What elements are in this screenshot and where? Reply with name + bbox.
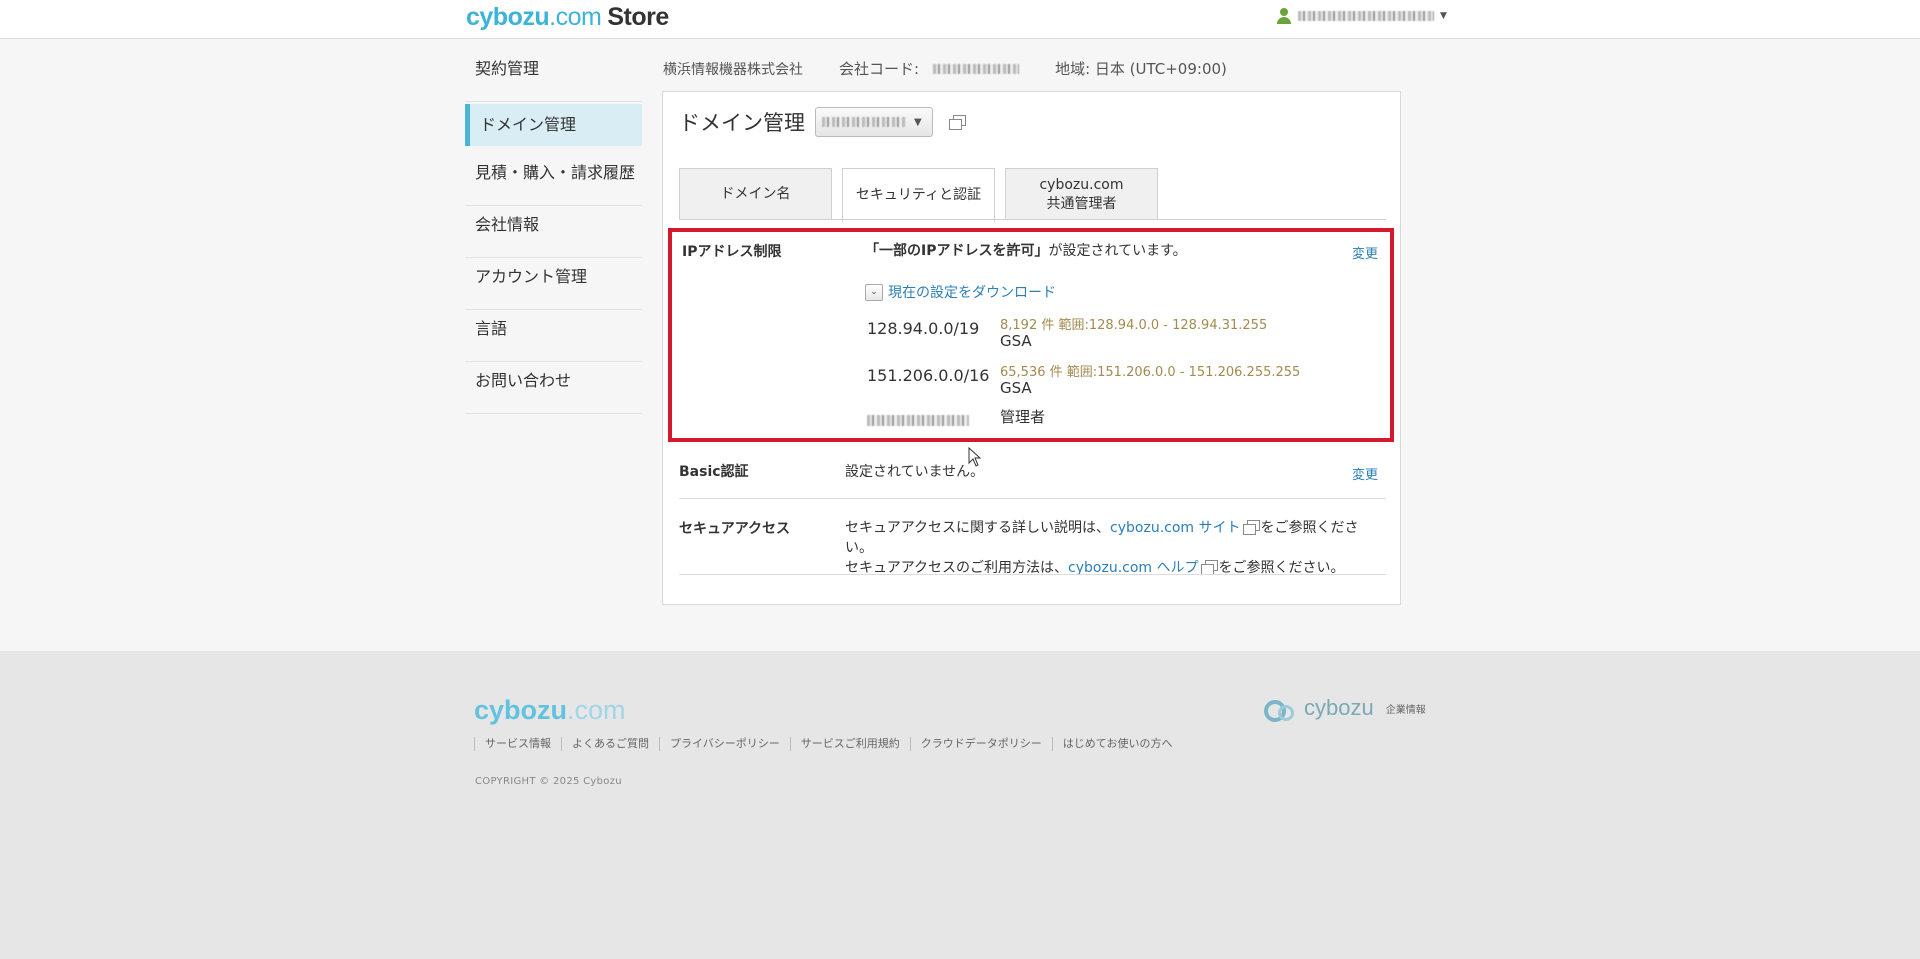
region: 地域: 日本 (UTC+09:00) — [1055, 60, 1227, 78]
company-name: 横浜情報機器株式会社 — [663, 61, 803, 78]
ip-entry-3-desc: 管理者 — [1000, 408, 1046, 426]
logo-brand: cybozu — [466, 3, 550, 31]
ip-entry-2-desc: GSA — [1000, 379, 1032, 397]
tab-divider — [679, 219, 1386, 220]
ip-restriction-label: IPアドレス制限 — [682, 244, 782, 260]
sidebar-item-company[interactable]: 会社情報 — [465, 206, 642, 258]
chevron-down-icon: ▼ — [914, 116, 922, 128]
tab-common-admin[interactable]: cybozu.com 共通管理者 — [1005, 168, 1158, 220]
company-info-line: 横浜情報機器株式会社 会社コード: 地域: 日本 (UTC+09:00) — [663, 58, 1227, 79]
user-menu[interactable]: ▼ — [1276, 8, 1447, 24]
sidebar-item-language[interactable]: 言語 — [465, 310, 642, 362]
domain-panel: ドメイン管理 ▼ ドメイン名 セキュリティと認証 cybozu.com 共通管理… — [662, 91, 1401, 605]
section-divider — [679, 574, 1386, 575]
logo-store: Store — [607, 3, 669, 31]
company-code-redacted — [933, 63, 1020, 74]
footer-link-first-time[interactable]: はじめてお使いの方へ — [1051, 737, 1183, 751]
tab-bar: ドメイン名 セキュリティと認証 cybozu.com 共通管理者 — [679, 168, 1158, 222]
sidebar-item-billing[interactable]: 見積・購入・請求履歴 — [465, 154, 642, 206]
sidebar-item-contact[interactable]: お問い合わせ — [465, 362, 642, 414]
external-link-icon — [1242, 520, 1260, 535]
secure-access-line1-pre: セキュアアクセスに関する詳しい説明は、 — [845, 520, 1111, 536]
footer-logo[interactable]: cybozu.com — [474, 695, 626, 726]
copyright: COPYRIGHT © 2025 Cybozu — [475, 776, 622, 787]
download-settings-label: 現在の設定をダウンロード — [888, 285, 1056, 301]
ip-restriction-status-bold: 「一部のIPアドレスを許可」 — [865, 243, 1049, 259]
cybozu-corp-logo[interactable]: cybozu 企業情報 — [1264, 695, 1426, 722]
ip-restriction-status-rest: が設定されています。 — [1048, 243, 1187, 259]
footer-logo-dot: .com — [567, 695, 626, 725]
ip-entry-2-address: 151.206.0.0/16 — [867, 366, 990, 385]
domain-select[interactable]: ▼ — [815, 107, 933, 137]
ip-entry-3-address-redacted — [867, 411, 969, 430]
footer-links: サービス情報 よくあるご質問 プライバシーポリシー サービスご利用規約 クラウド… — [474, 737, 1182, 751]
basic-auth-status: 設定されていません。 — [845, 464, 985, 480]
ip-entry-1-range: 8,192 件 範囲:128.94.0.0 - 128.94.31.255 — [1000, 318, 1268, 333]
user-icon — [1276, 8, 1292, 24]
footer-link-terms[interactable]: サービスご利用規約 — [789, 737, 910, 751]
sidebar-item-domain[interactable]: ドメイン管理 — [465, 104, 642, 146]
cybozu-mark-icon — [1264, 697, 1298, 722]
domain-value-redacted — [822, 117, 906, 127]
logo-dot: .com — [549, 3, 602, 31]
company-code-label: 会社コード: — [839, 60, 920, 78]
download-icon: ⌄ — [865, 283, 883, 301]
ip-entry-1-address: 128.94.0.0/19 — [867, 319, 980, 338]
panel-title-row: ドメイン管理 ▼ — [679, 107, 966, 137]
section-divider — [679, 498, 1386, 499]
secure-access-text: セキュアアクセスに関する詳しい説明は、cybozu.com サイト をご参照くださ… — [845, 518, 1386, 578]
footer-logo-brand: cybozu — [474, 695, 568, 725]
ip-entry-1-desc: GSA — [1000, 332, 1032, 350]
footer-link-faq[interactable]: よくあるご質問 — [561, 737, 659, 751]
ip-restriction-status: 「一部のIPアドレスを許可」が設定されています。 — [865, 240, 1187, 260]
footer-link-service-info[interactable]: サービス情報 — [474, 737, 561, 751]
basic-auth-change-link[interactable]: 変更 — [1352, 464, 1378, 483]
footer-link-cloud-policy[interactable]: クラウドデータポリシー — [909, 737, 1052, 751]
page-title: ドメイン管理 — [679, 111, 805, 135]
secure-access-label: セキュアアクセス — [679, 521, 791, 537]
ip-entry-3-redacted — [867, 415, 969, 426]
cybozu-corp-name: cybozu — [1304, 695, 1374, 720]
tab-security-auth[interactable]: セキュリティと認証 — [842, 168, 995, 222]
store-logo[interactable]: cybozu.com Store — [466, 3, 669, 32]
cybozu-site-link[interactable]: cybozu.com サイト — [1110, 520, 1240, 536]
basic-auth-label: Basic認証 — [679, 464, 749, 480]
top-header: cybozu.com Store ▼ — [0, 0, 1920, 39]
footer: cybozu.com サービス情報 よくあるご質問 プライバシーポリシー サービ… — [0, 651, 1920, 959]
tab-domain-name[interactable]: ドメイン名 — [679, 168, 832, 220]
user-name-redacted — [1298, 11, 1434, 21]
tab-common-admin-line1: cybozu.com — [1039, 176, 1124, 193]
ip-restriction-change-link[interactable]: 変更 — [1352, 243, 1378, 262]
external-link-icon — [1200, 560, 1218, 575]
sidebar: 契約管理 ドメイン管理 見積・購入・請求履歴 会社情報 アカウント管理 言語 お… — [465, 50, 642, 414]
corp-info-link[interactable]: 企業情報 — [1386, 701, 1426, 716]
footer-link-privacy[interactable]: プライバシーポリシー — [659, 737, 790, 751]
company-code: 会社コード: — [839, 58, 1020, 79]
ip-entry-2-range: 65,536 件 範囲:151.206.0.0 - 151.206.255.25… — [1000, 365, 1301, 380]
download-settings-link[interactable]: ⌄ 現在の設定をダウンロード — [865, 282, 1056, 302]
chevron-down-icon: ▼ — [1440, 11, 1447, 21]
mouse-cursor-icon — [968, 447, 982, 467]
ip-restriction-highlight: IPアドレス制限 「一部のIPアドレスを許可」が設定されています。 変更 ⌄ 現… — [668, 228, 1394, 442]
sidebar-item-contract[interactable]: 契約管理 — [465, 50, 642, 102]
sidebar-item-account[interactable]: アカウント管理 — [465, 258, 642, 310]
tab-common-admin-line2: 共通管理者 — [1046, 195, 1117, 212]
open-new-window-icon[interactable] — [949, 115, 966, 130]
